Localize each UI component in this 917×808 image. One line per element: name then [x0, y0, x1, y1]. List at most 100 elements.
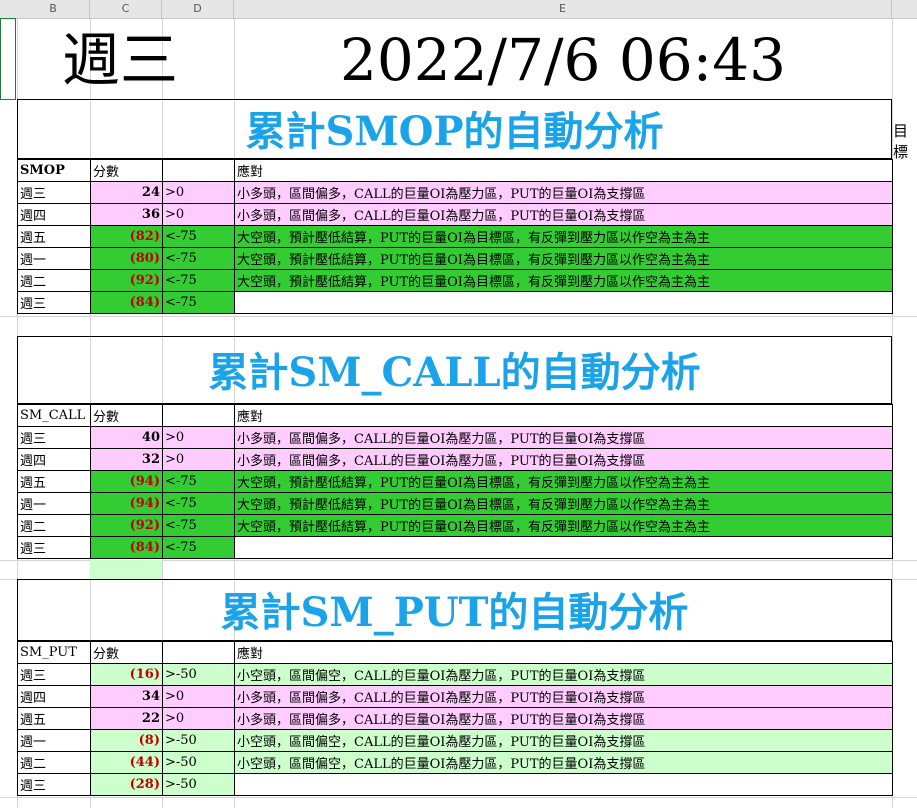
- score-header-cell[interactable]: 分數: [90, 641, 163, 664]
- day-cell[interactable]: 週四: [17, 685, 91, 708]
- column-header-b[interactable]: B: [17, 0, 90, 18]
- condition-cell[interactable]: <-75: [162, 514, 235, 537]
- response-cell[interactable]: 大空頭，預計壓低結算，PUT的巨量OI為目標區，有反彈到壓力區以作空為主為主: [234, 514, 893, 537]
- day-cell[interactable]: 週三: [17, 536, 91, 559]
- score-cell[interactable]: (94): [90, 470, 163, 493]
- condition-cell[interactable]: >0: [162, 426, 235, 449]
- response-cell[interactable]: 大空頭，預計壓低結算，PUT的巨量OI為目標區，有反彈到壓力區以作空為主為主: [234, 247, 893, 270]
- score-cell[interactable]: 24: [90, 181, 163, 204]
- score-header-cell[interactable]: 分數: [90, 159, 163, 182]
- table-row: 週一 (8) >-50 小空頭，區間偏空，CALL的巨量OI為壓力區，PUT的巨量OI…: [17, 729, 893, 752]
- response-cell[interactable]: [234, 773, 893, 796]
- column-header-e[interactable]: E: [234, 0, 892, 18]
- section-title-sm-put[interactable]: 累計SM_PUT的自動分析: [17, 583, 892, 643]
- day-cell[interactable]: 週三: [17, 773, 91, 796]
- score-cell[interactable]: (16): [90, 663, 163, 686]
- score-cell[interactable]: 32: [90, 448, 163, 471]
- response-cell[interactable]: 小多頭，區間偏多，CALL的巨量OI為壓力區，PUT的巨量OI為支撐區: [234, 426, 893, 449]
- response-cell[interactable]: [234, 291, 893, 314]
- response-cell[interactable]: 小空頭，區間偏空，CALL的巨量OI為壓力區，PUT的巨量OI為支撐區: [234, 663, 893, 686]
- response-cell[interactable]: 大空頭，預計壓低結算，PUT的巨量OI為目標區，有反彈到壓力區以作空為主為主: [234, 269, 893, 292]
- score-cell[interactable]: (8): [90, 729, 163, 752]
- day-cell[interactable]: 週五: [17, 707, 91, 730]
- response-cell[interactable]: 大空頭，預計壓低結算，PUT的巨量OI為目標區，有反彈到壓力區以作空為主為主: [234, 492, 893, 515]
- score-cell[interactable]: (92): [90, 514, 163, 537]
- score-cell[interactable]: 22: [90, 707, 163, 730]
- condition-cell[interactable]: >0: [162, 707, 235, 730]
- empty-header-cell[interactable]: [162, 641, 235, 664]
- day-cell[interactable]: 週一: [17, 492, 91, 515]
- table-row: 週五 (82) <-75 大空頭，預計壓低結算，PUT的巨量OI為目標區，有反彈到壓力…: [17, 225, 893, 248]
- response-cell[interactable]: 大空頭，預計壓低結算，PUT的巨量OI為目標區，有反彈到壓力區以作空為主為主: [234, 470, 893, 493]
- score-cell[interactable]: (84): [90, 536, 163, 559]
- response-cell[interactable]: [234, 536, 893, 559]
- table-header-row: SM_PUT 分數 應對: [17, 641, 893, 664]
- day-cell[interactable]: 週三: [17, 181, 91, 204]
- day-cell[interactable]: 週四: [17, 448, 91, 471]
- day-cell[interactable]: 週五: [17, 225, 91, 248]
- section-title-sm-call[interactable]: 累計SM_CALL的自動分析: [17, 343, 892, 403]
- condition-cell[interactable]: <-75: [162, 247, 235, 270]
- response-cell[interactable]: 小多頭，區間偏多，CALL的巨量OI為壓力區，PUT的巨量OI為支撐區: [234, 203, 893, 226]
- section-title-smop[interactable]: 累計SMOP的自動分析: [17, 102, 892, 162]
- day-cell[interactable]: 週三: [17, 663, 91, 686]
- score-cell[interactable]: (84): [90, 291, 163, 314]
- day-cell[interactable]: 週三: [17, 291, 91, 314]
- day-cell[interactable]: 週一: [17, 729, 91, 752]
- condition-cell[interactable]: <-75: [162, 470, 235, 493]
- score-cell[interactable]: 34: [90, 685, 163, 708]
- condition-cell[interactable]: <-75: [162, 269, 235, 292]
- response-header-cell[interactable]: 應對: [234, 641, 893, 664]
- label-cell[interactable]: SMOP: [17, 159, 91, 182]
- empty-header-cell[interactable]: [162, 159, 235, 182]
- score-cell[interactable]: (82): [90, 225, 163, 248]
- day-cell[interactable]: 週三: [17, 426, 91, 449]
- score-cell[interactable]: (28): [90, 773, 163, 796]
- label-cell[interactable]: SM_CALL: [17, 404, 91, 427]
- day-cell[interactable]: 週一: [17, 247, 91, 270]
- score-cell[interactable]: (92): [90, 269, 163, 292]
- day-cell[interactable]: 週二: [17, 751, 91, 774]
- response-cell[interactable]: 小空頭，區間偏空，CALL的巨量OI為壓力區，PUT的巨量OI為支撐區: [234, 729, 893, 752]
- table-header-row: SM_CALL 分數 應對: [17, 404, 893, 427]
- day-cell[interactable]: 週二: [17, 269, 91, 292]
- label-cell[interactable]: SM_PUT: [17, 641, 91, 664]
- score-cell[interactable]: (80): [90, 247, 163, 270]
- condition-cell[interactable]: >0: [162, 685, 235, 708]
- response-cell[interactable]: 小空頭，區間偏空，CALL的巨量OI為壓力區，PUT的巨量OI為支撐區: [234, 751, 893, 774]
- response-header-cell[interactable]: 應對: [234, 159, 893, 182]
- condition-cell[interactable]: <-75: [162, 225, 235, 248]
- condition-cell[interactable]: <-75: [162, 536, 235, 559]
- condition-cell[interactable]: <-75: [162, 291, 235, 314]
- response-cell[interactable]: 小多頭，區間偏多，CALL的巨量OI為壓力區，PUT的巨量OI為支撐區: [234, 707, 893, 730]
- column-header-d[interactable]: D: [162, 0, 234, 18]
- condition-cell[interactable]: >0: [162, 181, 235, 204]
- column-header-c[interactable]: C: [90, 0, 162, 18]
- condition-cell[interactable]: <-75: [162, 492, 235, 515]
- response-cell[interactable]: 大空頭，預計壓低結算，PUT的巨量OI為目標區，有反彈到壓力區以作空為主為主: [234, 225, 893, 248]
- condition-cell[interactable]: >-50: [162, 729, 235, 752]
- score-cell[interactable]: (44): [90, 751, 163, 774]
- day-cell[interactable]: 週二: [17, 514, 91, 537]
- score-cell[interactable]: 40: [90, 426, 163, 449]
- day-cell[interactable]: 週四: [17, 203, 91, 226]
- response-header-cell[interactable]: 應對: [234, 404, 893, 427]
- day-cell[interactable]: 週五: [17, 470, 91, 493]
- highlighted-empty-cell[interactable]: [90, 560, 162, 579]
- response-cell[interactable]: 小多頭，區間偏多，CALL的巨量OI為壓力區，PUT的巨量OI為支撐區: [234, 685, 893, 708]
- grid-line: [0, 797, 917, 798]
- score-cell[interactable]: 36: [90, 203, 163, 226]
- response-cell[interactable]: 小多頭，區間偏多，CALL的巨量OI為壓力區，PUT的巨量OI為支撐區: [234, 181, 893, 204]
- score-cell[interactable]: (94): [90, 492, 163, 515]
- header-day-cell[interactable]: 週三: [62, 25, 178, 95]
- condition-cell[interactable]: >-50: [162, 663, 235, 686]
- header-datetime-cell[interactable]: 2022/7/6 06:43: [234, 25, 892, 95]
- score-header-cell[interactable]: 分數: [90, 404, 163, 427]
- condition-cell[interactable]: >0: [162, 448, 235, 471]
- condition-cell[interactable]: >0: [162, 203, 235, 226]
- selected-cell-indicator: [0, 18, 16, 100]
- condition-cell[interactable]: >-50: [162, 773, 235, 796]
- response-cell[interactable]: 小多頭，區間偏多，CALL的巨量OI為壓力區，PUT的巨量OI為支撐區: [234, 448, 893, 471]
- empty-header-cell[interactable]: [162, 404, 235, 427]
- condition-cell[interactable]: >-50: [162, 751, 235, 774]
